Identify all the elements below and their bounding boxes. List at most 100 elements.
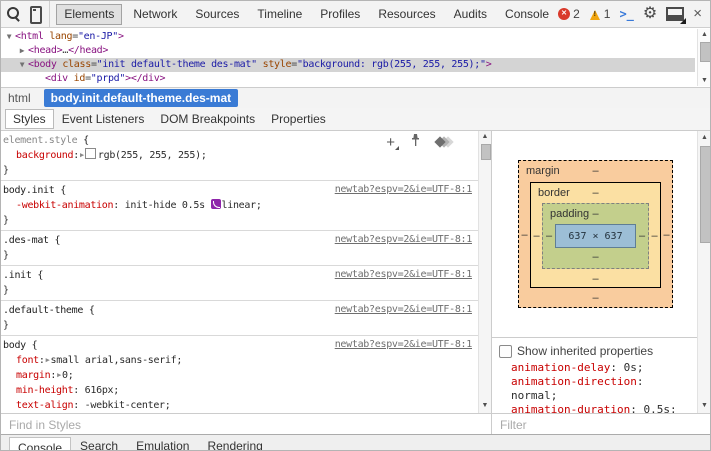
tab-properties[interactable]: Properties: [263, 110, 334, 128]
tab-profiles[interactable]: Profiles: [311, 2, 369, 27]
filter-input[interactable]: [498, 415, 700, 435]
property-name[interactable]: font: [16, 355, 39, 366]
scrollbar-up-button[interactable]: ▲: [698, 134, 711, 141]
scrollbar-up-button[interactable]: ▲: [479, 133, 491, 140]
computed-property[interactable]: animation-delay: 0s;: [511, 361, 686, 375]
property-name[interactable]: text-align: [16, 400, 73, 411]
device-mode-icon[interactable]: [26, 5, 42, 23]
border-right-value[interactable]: –: [649, 230, 660, 242]
property-name[interactable]: margin: [16, 370, 50, 381]
tab-network[interactable]: Network: [124, 2, 186, 27]
rule-selector[interactable]: body.init: [3, 185, 55, 196]
property-value[interactable]: small arial,sans-serif;: [51, 355, 183, 366]
styles-scrollbar[interactable]: ▲ ▼: [478, 131, 491, 413]
drawer-tab-console[interactable]: Console: [9, 437, 71, 451]
scrollbar-down-button[interactable]: ▼: [698, 402, 711, 409]
drawer-tab-search[interactable]: Search: [71, 435, 127, 451]
border-left-value[interactable]: –: [531, 230, 542, 242]
scrollbar-thumb[interactable]: [481, 144, 491, 160]
scrollbar-thumb[interactable]: [700, 146, 711, 243]
inspect-element-icon[interactable]: [4, 5, 20, 23]
scrollbar-thumb[interactable]: [700, 42, 711, 62]
computed-property[interactable]: animation-direction: normal;: [511, 375, 686, 403]
expand-arrow-closed-icon[interactable]: ▶: [17, 44, 27, 58]
expand-arrow-open-icon[interactable]: ▼: [17, 58, 27, 72]
css-property[interactable]: min-height: 616px;: [3, 383, 474, 398]
animations-icon[interactable]: [436, 138, 452, 146]
metrics-scrollbar[interactable]: ▲ ▼: [697, 131, 711, 413]
drawer-tab-rendering[interactable]: Rendering: [198, 435, 271, 451]
property-value[interactable]: linear;: [222, 200, 262, 211]
stylesheet-link[interactable]: newtab?espv=2&ie=UTF-8:1: [335, 304, 472, 315]
scrollbar-down-button[interactable]: ▼: [479, 402, 491, 409]
rule-selector[interactable]: element.style: [3, 135, 77, 146]
stylesheet-link[interactable]: newtab?espv=2&ie=UTF-8:1: [335, 339, 472, 350]
css-property[interactable]: -webkit-animation: init-hide 0.5s linear…: [3, 198, 474, 213]
box-model-margin[interactable]: margin – – border – –: [518, 160, 673, 308]
padding-top-value[interactable]: –: [592, 208, 598, 220]
settings-gear-icon[interactable]: ⚙: [643, 6, 657, 22]
padding-bottom-value[interactable]: –: [592, 251, 598, 263]
show-inherited-checkbox[interactable]: [499, 345, 512, 358]
bezier-curve-icon[interactable]: [211, 199, 221, 209]
new-style-rule-icon[interactable]: +: [386, 136, 395, 149]
tab-console[interactable]: Console: [496, 2, 558, 27]
property-value[interactable]: 0;: [62, 370, 73, 381]
rule-selector[interactable]: body: [3, 340, 26, 351]
tab-sources[interactable]: Sources: [186, 2, 248, 27]
find-in-styles-input[interactable]: [7, 415, 452, 435]
css-property[interactable]: text-align: -webkit-center;: [3, 398, 474, 413]
scrollbar-down-button[interactable]: ▼: [698, 77, 711, 84]
box-model-border[interactable]: border – – padding – –: [530, 182, 661, 288]
tab-dom-breakpoints[interactable]: DOM Breakpoints: [152, 110, 263, 128]
margin-left-value[interactable]: –: [519, 229, 530, 241]
css-property[interactable]: font:▶small arial,sans-serif;: [3, 353, 474, 368]
dom-tree-row[interactable]: ▶<head>…</head>: [1, 44, 695, 58]
property-name[interactable]: -webkit-animation: [16, 200, 113, 211]
breadcrumb-item[interactable]: html: [1, 89, 38, 107]
stylesheet-link[interactable]: newtab?espv=2&ie=UTF-8:1: [335, 269, 472, 280]
dom-tree-scrollbar[interactable]: ▲ ▼: [697, 29, 711, 86]
tab-resources[interactable]: Resources: [369, 2, 444, 27]
drawer-tab-emulation[interactable]: Emulation: [127, 435, 198, 451]
rule-selector[interactable]: .default-theme: [3, 305, 83, 316]
dom-tree-row[interactable]: ▼<body class="init default-theme des-mat…: [1, 58, 695, 72]
tab-elements[interactable]: Elements: [56, 4, 122, 25]
color-swatch[interactable]: [85, 148, 96, 159]
console-prompt-icon[interactable]: >_: [619, 7, 633, 21]
dock-side-icon[interactable]: [666, 7, 684, 21]
computed-property[interactable]: animation-duration: 0.5s;: [511, 403, 686, 413]
box-model-content[interactable]: 637 × 637: [555, 224, 636, 248]
dom-tree-row[interactable]: ▼<html lang="en-JP">: [1, 30, 695, 44]
expand-arrow-open-icon[interactable]: ▼: [4, 30, 14, 44]
margin-right-value[interactable]: –: [661, 229, 672, 241]
property-name[interactable]: background: [16, 150, 73, 161]
toggle-element-state-icon[interactable]: [410, 134, 421, 150]
tab-event-listeners[interactable]: Event Listeners: [54, 110, 153, 128]
scrollbar-up-button[interactable]: ▲: [698, 31, 711, 38]
warning-badge[interactable]: ! 1: [589, 7, 611, 21]
rule-selector[interactable]: .init: [3, 270, 32, 281]
dom-tree-row[interactable]: <div id="prpd"></div>: [1, 72, 695, 86]
padding-left-value[interactable]: –: [543, 230, 555, 242]
box-model-padding[interactable]: padding – – 637 × 637 – –: [542, 203, 649, 269]
css-property[interactable]: margin:▶0;: [3, 368, 474, 383]
property-value[interactable]: rgb(255, 255, 255);: [98, 150, 207, 161]
stylesheet-link[interactable]: newtab?espv=2&ie=UTF-8:1: [335, 184, 472, 195]
breadcrumb-item[interactable]: body.init.default-theme.des-mat: [44, 89, 238, 107]
property-value[interactable]: init-hide 0.5s: [125, 200, 211, 211]
rule-selector[interactable]: .des-mat: [3, 235, 49, 246]
tab-styles[interactable]: Styles: [5, 109, 54, 129]
padding-right-value[interactable]: –: [636, 230, 648, 242]
css-property[interactable]: background:▶rgb(255, 255, 255);: [3, 148, 474, 163]
border-bottom-value[interactable]: –: [592, 273, 598, 285]
tab-timeline[interactable]: Timeline: [248, 2, 311, 27]
property-value[interactable]: 616px;: [85, 385, 119, 396]
margin-bottom-value[interactable]: –: [592, 292, 598, 304]
property-value[interactable]: -webkit-center;: [85, 400, 171, 411]
margin-top-value[interactable]: –: [592, 165, 598, 177]
border-top-value[interactable]: –: [592, 187, 598, 199]
tab-audits[interactable]: Audits: [445, 2, 496, 27]
error-badge[interactable]: 2: [558, 7, 580, 21]
close-icon[interactable]: ×: [693, 7, 702, 21]
